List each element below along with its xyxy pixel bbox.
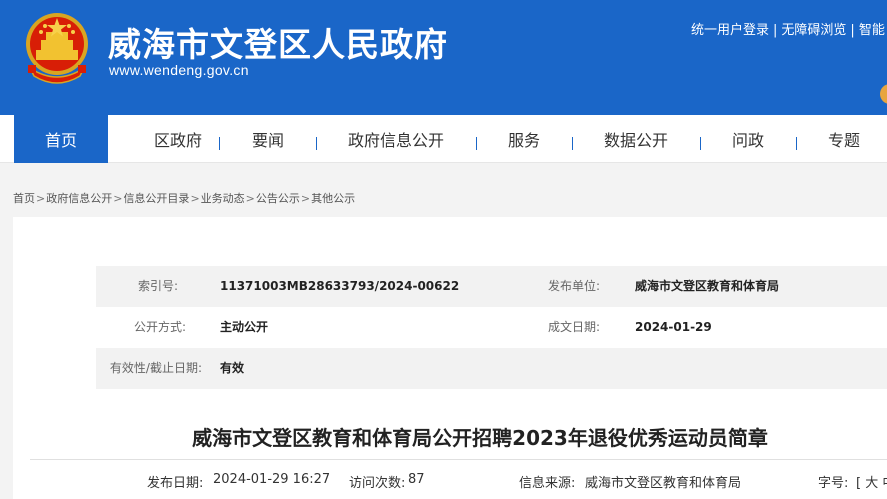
nav-separator [219,137,220,150]
nav-separator [796,137,797,150]
breadcrumb-government-info[interactable]: 政府信息公开 [46,192,112,205]
metadata-row: 公开方式: 主动公开 成文日期: 2024-01-29 [96,307,887,348]
source-label: 信息来源: [519,476,576,491]
breadcrumb: 首页>政府信息公开>信息公开目录>业务动态>公告公示>其他公示 [13,190,355,206]
breadcrumb-separator: > [190,192,200,205]
nav-separator [700,137,701,150]
nav-separator [476,137,477,150]
link-separator: | [850,23,855,38]
link-separator: | [773,23,778,38]
font-size-bracket: [ [856,476,862,491]
index-label: 索引号: [137,279,178,293]
publish-date-label: 发布日期: [147,476,204,491]
nav-separator [572,137,573,150]
metadata-row: 有效性/截止日期: 有效 [96,348,887,389]
index-value: 11371003MB28633793/2024-00622 [220,279,460,293]
nav-item-government-info[interactable]: 政府信息公开 [332,115,460,163]
nav-item-services[interactable]: 服务 [492,115,556,163]
breadcrumb-separator: > [300,192,311,205]
publisher-label: 发布单位: [547,279,600,293]
article-title: 威海市文登区教育和体育局公开招聘2023年退役优秀运动员简章 [192,426,768,450]
smart-link[interactable]: 智能 [859,23,885,38]
nav-item-inquiry[interactable]: 问政 [716,115,780,163]
breadcrumb-separator: > [245,192,255,205]
publisher-value: 威海市文登区教育和体育局 [635,279,780,293]
accessibility-link[interactable]: 无障碍浏览 [781,23,846,38]
open-mode-label: 公开方式: [133,320,186,334]
font-size-large-button[interactable]: 大 [865,476,878,491]
site-title: 威海市文登区人民政府 [108,25,448,64]
validity-label: 有效性/截止日期: [109,361,202,375]
title-divider [30,459,887,460]
site-url: www.wendeng.gov.cn [109,62,249,78]
assistant-icon[interactable] [880,84,887,104]
visits-value: 87 [408,472,425,487]
article-info-row: 发布日期: 2024-01-29 16:27 访问次数: 87 信息来源: 威海… [13,472,887,492]
font-size-label: 字号: [818,476,849,491]
metadata-row: 索引号: 11371003MB28633793/2024-00622 发布单位:… [96,266,887,307]
open-mode-value: 主动公开 [220,320,269,334]
breadcrumb-business-updates[interactable]: 业务动态 [201,192,245,205]
visits-label: 访问次数: [349,476,406,491]
document-date-label: 成文日期: [547,320,600,334]
site-header: 威海市文登区人民政府 www.wendeng.gov.cn 统一用户登录 | 无障碍… [0,0,887,115]
source-value: 威海市文登区教育和体育局 [585,476,742,491]
breadcrumb-separator: > [113,192,123,205]
font-size-controls: [ 大 中 [856,472,887,491]
main-nav: 首页 区政府 要闻 政府信息公开 服务 数据公开 问政 专题 [0,115,887,163]
unified-login-link[interactable]: 统一用户登录 [691,23,769,38]
breadcrumb-home[interactable]: 首页 [13,192,35,205]
breadcrumb-other-announcements[interactable]: 其他公示 [311,192,355,205]
top-links: 统一用户登录 | 无障碍浏览 | 智能 [691,19,885,38]
nav-item-data-open[interactable]: 数据公开 [588,115,684,163]
nav-separator [316,137,317,150]
metadata-table: 索引号: 11371003MB28633793/2024-00622 发布单位:… [96,266,887,389]
validity-value: 有效 [220,361,245,375]
nav-item-home[interactable]: 首页 [14,115,108,163]
publish-date-value: 2024-01-29 16:27 [213,472,331,487]
breadcrumb-announcements[interactable]: 公告公示 [256,192,300,205]
nav-item-topics[interactable]: 专题 [812,115,876,163]
breadcrumb-info-catalog[interactable]: 信息公开目录 [123,192,189,205]
national-emblem-icon [26,13,88,84]
nav-item-news[interactable]: 要闻 [236,115,300,163]
article-panel: 索引号: 11371003MB28633793/2024-00622 发布单位:… [13,217,887,499]
font-size-medium-button[interactable]: 中 [882,476,887,491]
document-date-value: 2024-01-29 [635,320,712,334]
breadcrumb-separator: > [36,192,46,205]
